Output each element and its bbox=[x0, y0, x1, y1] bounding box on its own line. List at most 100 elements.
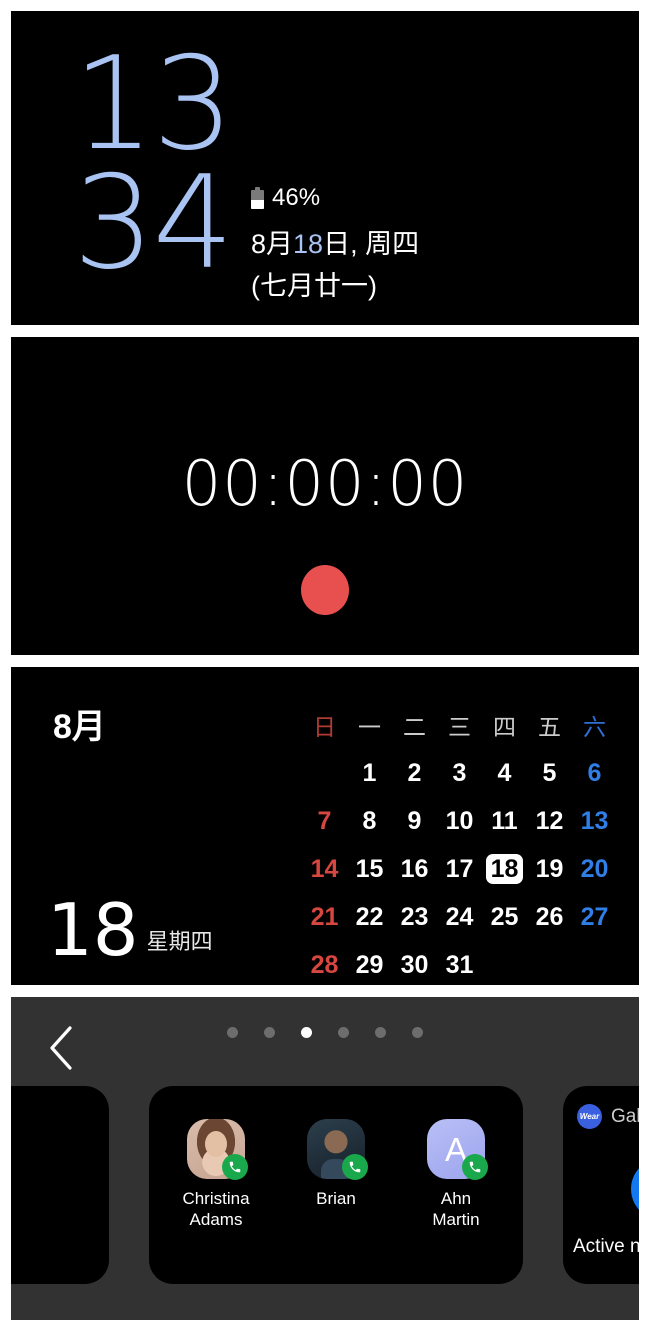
calendar-widget-panel[interactable]: 8月 18 星期四 日一二三四五六 1 2 3 4 5 6 7 8 9 10 11 12 13 14 15 16… bbox=[11, 667, 639, 985]
carousel-page-dot[interactable] bbox=[301, 1027, 312, 1038]
avatar-wrapper[interactable] bbox=[307, 1119, 368, 1180]
contact-name-line2: Adams bbox=[189, 1210, 243, 1230]
clock-hours: 13 bbox=[73, 30, 234, 179]
clock-widget-panel[interactable]: 13 34 46% 8月18日, 周四 (七月廿一) bbox=[11, 11, 639, 325]
calendar-day-cell[interactable]: 24 bbox=[437, 893, 482, 941]
carousel-card-contacts[interactable]: Christina Adams Brian A Ahn Martin bbox=[149, 1086, 523, 1284]
calendar-day-cell[interactable]: 31 bbox=[437, 941, 482, 985]
calendar-day-empty bbox=[527, 941, 572, 985]
calendar-weekday-header: 六 bbox=[583, 714, 606, 740]
calendar-day-cell[interactable]: 28 bbox=[302, 941, 347, 985]
calendar-day-cell[interactable]: 21 bbox=[302, 893, 347, 941]
calendar-day-cell[interactable]: 8 bbox=[347, 797, 392, 845]
carousel-card-previous[interactable] bbox=[11, 1086, 109, 1284]
calendar-day-cell[interactable]: 22 bbox=[347, 893, 392, 941]
contact-name: Christina Adams bbox=[171, 1188, 261, 1231]
wearable-feature-label: Active noi bbox=[573, 1236, 639, 1257]
carousel-page-dot[interactable] bbox=[227, 1027, 238, 1038]
calendar-day-cell[interactable]: 5 bbox=[527, 749, 572, 797]
wear-icon: Wear bbox=[577, 1104, 602, 1129]
calendar-day-cell[interactable]: 23 bbox=[392, 893, 437, 941]
phone-icon[interactable] bbox=[222, 1154, 248, 1180]
calendar-weekday-header: 四 bbox=[493, 714, 516, 740]
carousel-page-dots[interactable] bbox=[11, 1027, 639, 1038]
clock-minutes: 34 bbox=[73, 149, 234, 299]
carousel-cards[interactable]: Christina Adams Brian A Ahn Martin Wear … bbox=[11, 1086, 639, 1284]
calendar-today-number: 18 bbox=[47, 887, 139, 972]
carousel-page-dot[interactable] bbox=[338, 1027, 349, 1038]
contact-item[interactable]: Brian bbox=[291, 1119, 381, 1231]
phone-icon[interactable] bbox=[342, 1154, 368, 1180]
clock-time: 13 34 bbox=[73, 30, 234, 299]
calendar-weekday-header: 日 bbox=[313, 714, 336, 740]
calendar-today-highlight: 18 bbox=[485, 853, 524, 885]
calendar-day-cell[interactable]: 18 bbox=[482, 845, 527, 893]
calendar-day-cell[interactable]: 19 bbox=[527, 845, 572, 893]
calendar-month-label: 8月 bbox=[53, 708, 106, 746]
calendar-day-cell[interactable]: 7 bbox=[302, 797, 347, 845]
clock-info-column: 46% 8月18日, 周四 (七月廿一) bbox=[251, 183, 419, 303]
calendar-day-cell[interactable]: 20 bbox=[572, 845, 617, 893]
calendar-day-cell[interactable]: 30 bbox=[392, 941, 437, 985]
calendar-weekday-header: 五 bbox=[538, 714, 561, 740]
noise-canceling-icon[interactable] bbox=[631, 1158, 639, 1220]
calendar-day-cell[interactable]: 6 bbox=[572, 749, 617, 797]
carousel-page-dot[interactable] bbox=[264, 1027, 275, 1038]
contact-name-line2: Martin bbox=[432, 1210, 480, 1230]
calendar-day-empty bbox=[572, 941, 617, 985]
calendar-weekday-header: 三 bbox=[448, 714, 471, 740]
contact-name-line1: Christina bbox=[182, 1189, 250, 1208]
avatar-wrapper[interactable]: A bbox=[427, 1119, 488, 1180]
calendar-day-cell[interactable]: 1 bbox=[347, 749, 392, 797]
contact-name-line1: Ahn bbox=[440, 1189, 472, 1208]
calendar-day-cell[interactable]: 3 bbox=[437, 749, 482, 797]
calendar-today-weekday: 星期四 bbox=[146, 929, 213, 954]
date-day-label: 18 bbox=[293, 229, 324, 259]
battery-percent-label: 46% bbox=[272, 184, 321, 211]
calendar-grid[interactable]: 日一二三四五六 1 2 3 4 5 6 7 8 9 10 11 12 13 14 15 16 17 18 19 20 21… bbox=[302, 701, 617, 985]
stopwatch-widget-panel[interactable]: 00:00:00 bbox=[11, 337, 639, 655]
calendar-day-cell[interactable]: 29 bbox=[347, 941, 392, 985]
contact-item[interactable]: Christina Adams bbox=[171, 1119, 261, 1231]
battery-status: 46% bbox=[251, 183, 419, 213]
calendar-day-cell[interactable]: 15 bbox=[347, 845, 392, 893]
wearable-card-header: Wear Gala bbox=[563, 1086, 639, 1129]
calendar-day-cell[interactable]: 14 bbox=[302, 845, 347, 893]
contacts-row: Christina Adams Brian A Ahn Martin bbox=[149, 1086, 523, 1231]
calendar-today-summary: 18 星期四 bbox=[47, 887, 213, 972]
calendar-day-cell[interactable]: 13 bbox=[572, 797, 617, 845]
calendar-day-cell[interactable]: 4 bbox=[482, 749, 527, 797]
date-suffix-label: 日, 周四 bbox=[323, 229, 420, 259]
calendar-day-cell[interactable]: 27 bbox=[572, 893, 617, 941]
carousel-card-wearable[interactable]: Wear Gala Active noi bbox=[563, 1086, 639, 1284]
calendar-day-cell[interactable]: 12 bbox=[527, 797, 572, 845]
calendar-day-cell[interactable]: 9 bbox=[392, 797, 437, 845]
calendar-weekday-header: 一 bbox=[358, 714, 381, 740]
date-month-label: 8月 bbox=[251, 229, 294, 259]
calendar-day-cell[interactable]: 17 bbox=[437, 845, 482, 893]
carousel-page-dot[interactable] bbox=[412, 1027, 423, 1038]
calendar-day-cell[interactable]: 16 bbox=[392, 845, 437, 893]
calendar-day-cell[interactable]: 2 bbox=[392, 749, 437, 797]
date-line: 8月18日, 周四 bbox=[251, 222, 419, 261]
stopwatch-start-button[interactable] bbox=[301, 565, 349, 615]
avatar-wrapper[interactable] bbox=[187, 1119, 248, 1180]
carousel-page-dot[interactable] bbox=[375, 1027, 386, 1038]
phone-icon[interactable] bbox=[462, 1154, 488, 1180]
contact-name: Brian bbox=[291, 1188, 381, 1209]
contact-name-line1: Brian bbox=[316, 1189, 356, 1208]
contact-item[interactable]: A Ahn Martin bbox=[411, 1119, 501, 1231]
calendar-day-empty bbox=[482, 941, 527, 985]
calendar-weekday-header: 二 bbox=[403, 714, 426, 740]
calendar-day-empty bbox=[302, 749, 347, 797]
wearable-app-title: Gala bbox=[611, 1105, 639, 1127]
stopwatch-time-display: 00:00:00 bbox=[181, 447, 469, 520]
widget-carousel-panel[interactable]: Christina Adams Brian A Ahn Martin Wear … bbox=[11, 997, 639, 1320]
calendar-day-cell[interactable]: 25 bbox=[482, 893, 527, 941]
calendar-day-cell[interactable]: 26 bbox=[527, 893, 572, 941]
contact-name: Ahn Martin bbox=[411, 1188, 501, 1231]
calendar-day-cell[interactable]: 10 bbox=[437, 797, 482, 845]
lunar-date-label: (七月廿一) bbox=[251, 271, 377, 301]
battery-icon bbox=[251, 187, 264, 209]
calendar-day-cell[interactable]: 11 bbox=[482, 797, 527, 845]
